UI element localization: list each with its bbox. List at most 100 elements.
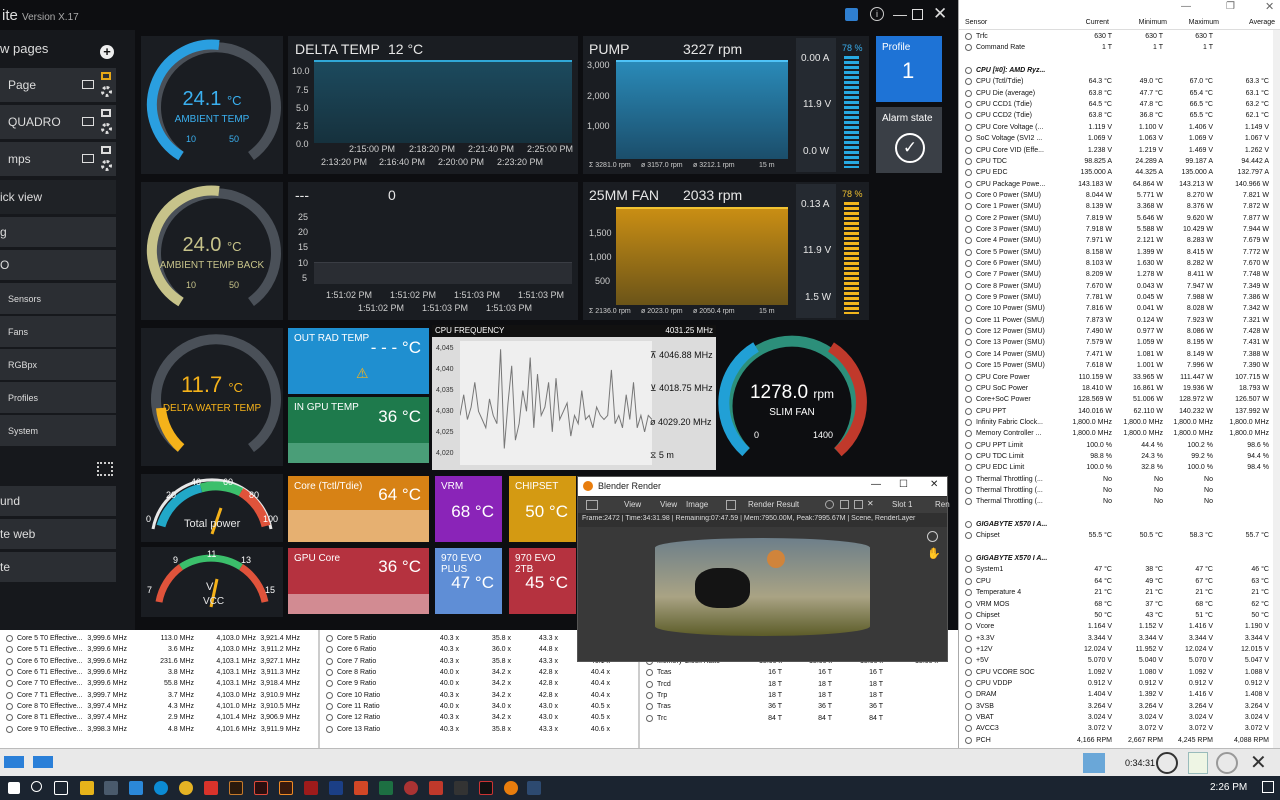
sensor-row[interactable]: Core 8 Ratio 40.0 x 34.2 x 42.8 x 40.4 x xyxy=(323,667,638,678)
sensor-row[interactable]: Core 12 Power (SMU) 7.490 W 0.977 W 8.086 W… xyxy=(959,326,1280,337)
sensor-row[interactable]: Core 5 T0 Effective... 3,999.6 MHz 113.0 M… xyxy=(3,633,318,644)
maximize-button[interactable] xyxy=(912,9,923,20)
image-viewport[interactable]: ✋ xyxy=(578,527,947,661)
gear-icon[interactable] xyxy=(101,160,112,171)
pane-divider[interactable] xyxy=(318,630,320,748)
minimize-button[interactable]: — xyxy=(1181,1,1191,12)
render-result-field[interactable]: Render Result xyxy=(748,500,799,509)
sensor-row[interactable]: 3VSB 3.264 V 3.264 V 3.264 V 3.264 V xyxy=(959,701,1280,712)
menu-image[interactable]: Image xyxy=(686,500,708,509)
app-red-icon[interactable] xyxy=(304,781,318,795)
sidebar-item-o[interactable]: O xyxy=(0,250,116,280)
sensor-row[interactable]: Trc 84 T 84 T 84 T xyxy=(643,713,958,724)
quick-view-item[interactable]: ick view xyxy=(0,180,116,214)
sensor-row[interactable]: CPU (Tctl/Tdie) 64.3 °C 49.0 °C 67.0 °C 63.3… xyxy=(959,76,1280,87)
sensor-row[interactable]: Thermal Throttling (... No No No xyxy=(959,496,1280,507)
sensor-row[interactable]: Core 10 Power (SMU) 7.816 W 0.041 W 8.028 W… xyxy=(959,303,1280,314)
sensor-row[interactable]: Core 11 Ratio 40.0 x 34.0 x 43.0 x 40.5 x xyxy=(323,701,638,712)
sensor-row[interactable]: Memory Controller ... 1,800.0 MHz 1,800.0 … xyxy=(959,428,1280,439)
sensor-row[interactable]: CPU PPT Limit 100.0 % 44.4 % 100.2 % 98.6 % xyxy=(959,440,1280,451)
sensor-row[interactable]: Core 8 T0 Effective... 3,997.4 MHz 4.3 MHz… xyxy=(3,701,318,712)
sidebar-item-sound[interactable]: und xyxy=(0,486,116,516)
gear-icon[interactable] xyxy=(101,123,112,134)
search-icon[interactable] xyxy=(31,781,42,792)
app-blue-icon[interactable] xyxy=(527,781,541,795)
sidebar-item-remote-web[interactable]: te web xyxy=(0,519,116,549)
sensor-group-header[interactable]: GIGABYTE X570 I A... xyxy=(959,553,1280,564)
sensor-group-header[interactable]: GIGABYTE X570 I A... xyxy=(959,519,1280,530)
sensor-row[interactable]: Core+SoC Power 128.569 W 51.006 W 128.972 W… xyxy=(959,394,1280,405)
sensor-row[interactable]: Core 7 T1 Effective... 3,999.7 MHz 3.7 MHz… xyxy=(3,690,318,701)
sensor-row[interactable]: CPU SoC Power 18.410 W 16.861 W 19.936 W 18.… xyxy=(959,383,1280,394)
sensor-row[interactable]: CPU 64 °C 49 °C 67 °C 63 °C xyxy=(959,576,1280,587)
sensor-row[interactable]: Core 10 Ratio 40.3 x 34.2 x 42.8 x 40.4 x xyxy=(323,690,638,701)
report-icon[interactable] xyxy=(1188,752,1208,774)
app-shield-icon[interactable] xyxy=(429,781,443,795)
mail-icon[interactable] xyxy=(129,781,143,795)
col-maximum[interactable]: Maximum xyxy=(1173,19,1219,26)
hwinfo-icon[interactable] xyxy=(479,781,493,795)
copy-icon[interactable] xyxy=(840,500,849,509)
sidebar-pumps-item[interactable]: mps xyxy=(0,142,116,176)
grid-settings-icon[interactable] xyxy=(97,462,113,476)
clock-icon[interactable] xyxy=(1156,752,1178,774)
sidebar-item-rgbpx[interactable]: RGBpx xyxy=(0,349,116,380)
sensor-row[interactable]: Core 9 Ratio 40.0 x 34.2 x 42.8 x 40.4 x xyxy=(323,678,638,689)
sensor-row[interactable]: Tras 36 T 36 T 36 T xyxy=(643,701,958,712)
sensor-row[interactable]: Infinity Fabric Clock... 1,800.0 MHz 1,800… xyxy=(959,417,1280,428)
sensor-row[interactable]: CPU PPT 140.016 W 62.110 W 140.232 W 137.992… xyxy=(959,406,1280,417)
close-button[interactable]: ✕ xyxy=(930,479,938,490)
close-button[interactable]: ✕ xyxy=(1265,0,1274,13)
sidebar-item-update[interactable]: te xyxy=(0,552,116,582)
sensor-row[interactable]: CPU Die (average) 63.8 °C 47.7 °C 65.4 °C 63… xyxy=(959,88,1280,99)
alarm-state-tile[interactable]: Alarm state ✓ xyxy=(876,107,942,173)
sensor-row[interactable]: Core 9 T0 Effective... 3,998.3 MHz 4.8 MHz… xyxy=(3,724,318,735)
sensor-row[interactable]: Thermal Throttling (... No No No xyxy=(959,485,1280,496)
sensor-row[interactable]: AVCC3 3.072 V 3.072 V 3.072 V 3.072 V xyxy=(959,723,1280,734)
sidebar-item-sensors[interactable]: Sensors xyxy=(0,283,116,314)
reset-icon[interactable] xyxy=(1216,752,1238,774)
sensor-row[interactable]: Tcas 16 T 16 T 16 T xyxy=(643,667,958,678)
edge-icon[interactable] xyxy=(154,781,168,795)
sensor-row[interactable]: Core 7 Power (SMU) 8.209 W 1.278 W 8.411 W 7… xyxy=(959,269,1280,280)
sidebar-item-profiles[interactable]: Profiles xyxy=(0,382,116,413)
sensor-row[interactable]: Core 12 Ratio 40.3 x 34.2 x 43.0 x 40.5 x xyxy=(323,712,638,723)
sensor-row[interactable]: VBAT 3.024 V 3.024 V 3.024 V 3.024 V xyxy=(959,712,1280,723)
profile-tile[interactable]: Profile 1 xyxy=(876,36,942,102)
sensor-row[interactable] xyxy=(959,54,1280,65)
close-button[interactable]: ✕ xyxy=(933,4,947,24)
sidebar-page-item[interactable]: Page xyxy=(0,68,116,102)
bridge-icon[interactable] xyxy=(229,781,243,795)
sensor-row[interactable]: Core 8 Power (SMU) 7.670 W 0.043 W 7.947 W 7… xyxy=(959,281,1280,292)
unlink-icon[interactable]: ✕ xyxy=(867,499,874,508)
sensor-row[interactable]: CPU VCORE SOC 1.092 V 1.080 V 1.092 V 1.088 … xyxy=(959,667,1280,678)
sensor-row[interactable] xyxy=(959,508,1280,519)
sidebar-item-g[interactable]: g xyxy=(0,217,116,247)
notification-icon[interactable] xyxy=(1262,781,1274,793)
sensor-row[interactable]: Trfc 630 T 630 T 630 T xyxy=(959,31,1280,42)
menu-view-2[interactable]: View xyxy=(660,500,677,509)
minimize-button[interactable]: — xyxy=(871,479,881,490)
sensor-row[interactable]: Core 11 Power (SMU) 7.873 W 0.124 W 7.923 W… xyxy=(959,315,1280,326)
sensor-row[interactable]: CPU Package Powe... 143.183 W 64.864 W 143.… xyxy=(959,179,1280,190)
sensor-row[interactable]: CPU TDC Limit 98.8 % 24.3 % 99.2 % 94.4 % xyxy=(959,451,1280,462)
sensor-row[interactable]: Core 13 Ratio 40.3 x 35.8 x 43.3 x 40.6 x xyxy=(323,724,638,735)
sensor-row[interactable]: Thermal Throttling (... No No No xyxy=(959,474,1280,485)
blender-icon[interactable] xyxy=(504,781,518,795)
sensor-row[interactable]: Core 0 Power (SMU) 8.044 W 5.771 W 8.270 W 7… xyxy=(959,190,1280,201)
sidebar-item-system[interactable]: System xyxy=(0,415,116,446)
sensor-row[interactable]: Core 2 Power (SMU) 7.819 W 5.646 W 9.620 W 7… xyxy=(959,213,1280,224)
add-page-icon[interactable]: + xyxy=(100,45,114,59)
maximize-button[interactable]: ☐ xyxy=(899,479,908,490)
sensor-row[interactable]: Core 3 Power (SMU) 7.918 W 5.588 W 10.429 W… xyxy=(959,224,1280,235)
app-dark-icon[interactable] xyxy=(454,781,468,795)
sensor-row[interactable]: CPU CCD1 (Tdie) 64.5 °C 47.8 °C 66.5 °C 63.2… xyxy=(959,99,1280,110)
sensor-row[interactable]: Core 7 T0 Effective... 3,999.6 MHz 55.8 MH… xyxy=(3,678,318,689)
word-icon[interactable] xyxy=(329,781,343,795)
sensor-row[interactable]: Core 14 Power (SMU) 7.471 W 1.081 W 8.149 W… xyxy=(959,349,1280,360)
col-sensor[interactable]: Sensor xyxy=(965,19,987,26)
chrome-icon[interactable] xyxy=(179,781,193,795)
gear-icon[interactable] xyxy=(101,86,112,97)
image-browse-icon[interactable] xyxy=(726,500,736,510)
zoom-icon[interactable] xyxy=(927,531,938,542)
